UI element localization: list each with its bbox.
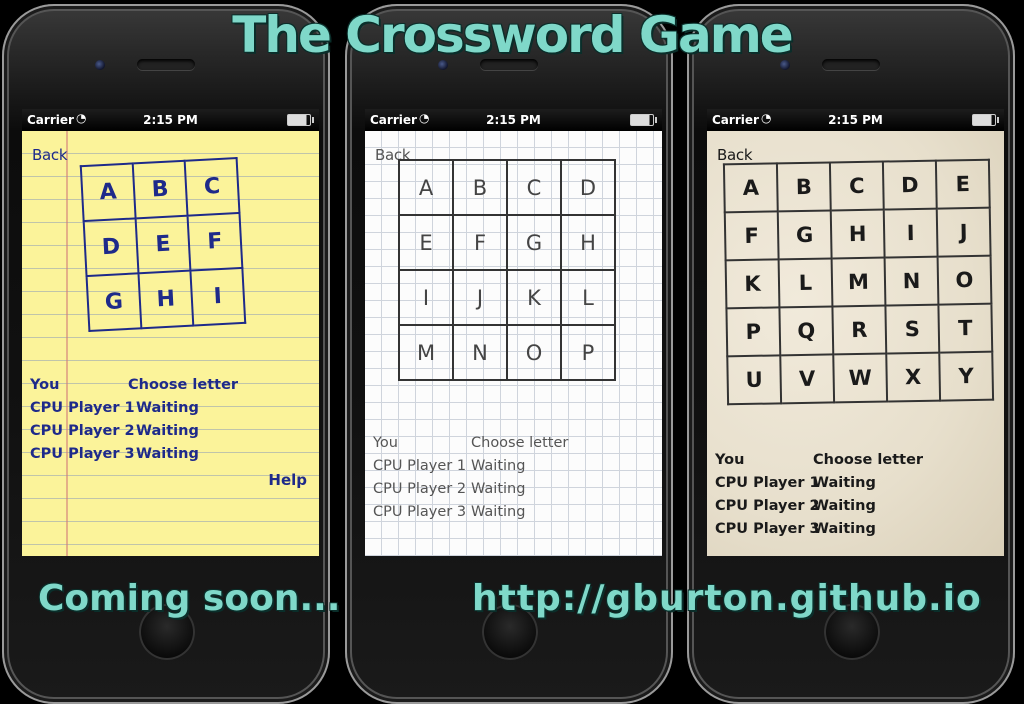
letter-board: A B C D E F G H I	[80, 157, 247, 332]
letter-cell[interactable]: I	[398, 269, 454, 326]
player-name: CPU Player 3	[373, 504, 467, 520]
player-status: Waiting	[471, 458, 526, 474]
letter-cell[interactable]: S	[885, 304, 940, 354]
phone-screen-3: Carrier ◔ 2:15 PM Back A B C D E F G H I	[707, 109, 1004, 556]
letter-cell[interactable]: B	[452, 159, 508, 216]
letter-cell[interactable]: K	[506, 269, 562, 326]
status-bar: Carrier ◔ 2:15 PM	[365, 109, 662, 131]
letter-cell[interactable]: F	[452, 214, 508, 271]
player-name: CPU Player 3	[30, 446, 135, 462]
letter-cell[interactable]: C	[506, 159, 562, 216]
letter-cell[interactable]: O	[937, 255, 992, 305]
player-status: Waiting	[813, 521, 876, 537]
letter-cell[interactable]: E	[135, 215, 191, 274]
back-button[interactable]: Back	[717, 146, 753, 164]
player-status: Waiting	[136, 400, 199, 416]
letter-cell[interactable]: U	[727, 355, 782, 405]
letter-cell[interactable]: G	[506, 214, 562, 271]
phone-screen-2: Carrier ◔ 2:15 PM Back A B C D E F G H I…	[365, 109, 662, 556]
letter-cell[interactable]: W	[833, 353, 888, 403]
letter-cell[interactable]: C	[829, 161, 884, 211]
player-name: You	[30, 377, 60, 393]
player-status: Waiting	[136, 446, 199, 462]
status-bar: Carrier ◔ 2:15 PM	[707, 109, 1004, 131]
letter-cell[interactable]: K	[725, 259, 780, 309]
help-button[interactable]: Help	[268, 471, 307, 489]
letter-cell[interactable]: G	[777, 210, 832, 260]
player-name: CPU Player 1	[30, 400, 135, 416]
player-name: You	[715, 452, 745, 468]
player-name: CPU Player 2	[373, 481, 467, 497]
clock: 2:15 PM	[486, 113, 541, 127]
letter-cell[interactable]: A	[723, 163, 778, 213]
letter-cell[interactable]: P	[560, 324, 616, 381]
clock: 2:15 PM	[143, 113, 198, 127]
letter-cell[interactable]: M	[398, 324, 454, 381]
player-status: Choose letter	[128, 377, 239, 393]
game-screen: Back A B C D E F G H I J K L	[707, 131, 1004, 556]
letter-cell[interactable]: L	[560, 269, 616, 326]
player-status: Waiting	[813, 498, 876, 514]
player-name: CPU Player 1	[373, 458, 467, 474]
letter-cell[interactable]: A	[80, 163, 136, 222]
back-button[interactable]: Back	[32, 146, 68, 164]
coming-soon-caption: Coming soon...	[38, 578, 341, 619]
game-screen: Back A B C D E F G H I J K L	[365, 131, 662, 556]
player-status: Waiting	[136, 423, 199, 439]
letter-cell[interactable]: T	[938, 303, 993, 353]
player-status: Waiting	[471, 504, 526, 520]
letter-cell[interactable]: D	[882, 160, 937, 210]
player-name: CPU Player 2	[30, 423, 135, 439]
letter-cell[interactable]: H	[830, 209, 885, 259]
game-screen: Back A B C D E F G H I You Choose letter…	[22, 131, 319, 556]
letter-cell[interactable]: J	[936, 207, 991, 257]
player-status: Choose letter	[813, 452, 924, 468]
player-status: Choose letter	[471, 435, 569, 451]
letter-cell[interactable]: H	[560, 214, 616, 271]
letter-cell[interactable]: P	[726, 307, 781, 357]
letter-cell[interactable]: J	[452, 269, 508, 326]
letter-cell[interactable]: B	[132, 160, 188, 219]
letter-cell[interactable]: Q	[779, 306, 834, 356]
letter-cell[interactable]: E	[398, 214, 454, 271]
status-bar: Carrier ◔ 2:15 PM	[22, 109, 319, 131]
letter-cell[interactable]: O	[506, 324, 562, 381]
letter-cell[interactable]: V	[780, 354, 835, 404]
website-url: http://gburton.github.io	[472, 578, 982, 619]
phone-screen-1: Carrier ◔ 2:15 PM Back A B C D E F G H I…	[22, 109, 319, 556]
promo-headline: The Crossword Game	[232, 6, 793, 64]
letter-cell[interactable]: D	[83, 218, 139, 277]
player-status: Waiting	[813, 475, 876, 491]
letter-cell[interactable]: E	[935, 159, 990, 209]
letter-cell[interactable]: B	[776, 162, 831, 212]
clock: 2:15 PM	[828, 113, 883, 127]
letter-cell[interactable]: I	[883, 208, 938, 258]
letter-cell[interactable]: R	[832, 305, 887, 355]
letter-cell[interactable]: I	[190, 267, 246, 326]
letter-cell[interactable]: L	[778, 258, 833, 308]
letter-cell[interactable]: A	[398, 159, 454, 216]
letter-board: A B C D E F G H I J K L M N O P Q R S T …	[723, 159, 994, 406]
battery-icon	[287, 114, 314, 126]
letter-cell[interactable]: Y	[939, 351, 994, 401]
letter-cell[interactable]: X	[886, 352, 941, 402]
letter-cell[interactable]: G	[86, 273, 142, 331]
battery-icon	[972, 114, 999, 126]
letter-board: A B C D E F G H I J K L M N O P	[398, 159, 616, 381]
player-name: CPU Player 1	[715, 475, 820, 491]
battery-icon	[630, 114, 657, 126]
letter-cell[interactable]: H	[138, 270, 194, 329]
player-status: Waiting	[471, 481, 526, 497]
letter-cell[interactable]: M	[831, 257, 886, 307]
player-name: CPU Player 3	[715, 521, 820, 537]
player-name: You	[373, 435, 398, 451]
letter-cell[interactable]: F	[724, 211, 779, 261]
letter-cell[interactable]: D	[560, 159, 616, 216]
letter-cell[interactable]: N	[884, 256, 939, 306]
letter-cell[interactable]: N	[452, 324, 508, 381]
letter-cell[interactable]: F	[187, 212, 243, 271]
letter-cell[interactable]: C	[184, 158, 240, 216]
player-name: CPU Player 2	[715, 498, 820, 514]
